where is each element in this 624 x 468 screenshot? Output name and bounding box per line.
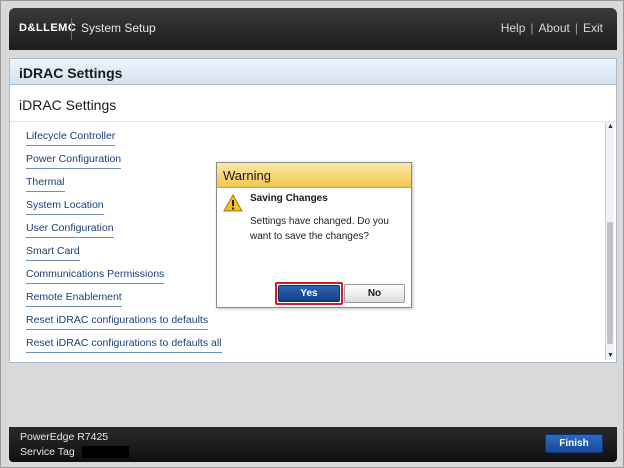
section-title: iDRAC Settings: [19, 97, 117, 113]
menu-item-system-location[interactable]: System Location: [26, 199, 104, 215]
header-divider: [71, 18, 72, 40]
window-frame: D&LLEMC System Setup Help | About | Exit…: [0, 0, 624, 468]
exit-link[interactable]: Exit: [583, 21, 603, 35]
menu-item-remote-enablement[interactable]: Remote Enablement: [26, 291, 122, 307]
menu-item-user-configuration[interactable]: User Configuration: [26, 222, 114, 238]
app-title: System Setup: [81, 21, 156, 35]
dialog-message: Settings have changed. Do you want to sa…: [250, 216, 389, 242]
menu-item-reset-defaults[interactable]: Reset iDRAC configurations to defaults: [26, 314, 209, 330]
server-model: PowerEdge R7425: [20, 431, 109, 443]
scroll-down-arrow-icon[interactable]: ▼: [606, 351, 615, 360]
menu-item-reset-defaults-all[interactable]: Reset iDRAC configurations to defaults a…: [26, 337, 222, 353]
help-link[interactable]: Help: [501, 21, 526, 35]
no-button[interactable]: No: [344, 284, 405, 303]
yes-button-focus-ring: Yes: [275, 282, 343, 305]
yes-button[interactable]: Yes: [278, 285, 340, 302]
link-separator: |: [574, 21, 578, 35]
menu-item-thermal[interactable]: Thermal: [26, 176, 65, 192]
service-tag-label: Service Tag: [20, 446, 75, 458]
panel-title-bar: iDRAC Settings: [10, 59, 616, 85]
warning-icon: [223, 194, 243, 212]
vertical-scrollbar[interactable]: ▲ ▼: [605, 122, 614, 360]
dialog-title-bar: Warning: [217, 163, 411, 188]
panel-title: iDRAC Settings: [19, 65, 123, 81]
service-tag-redacted: [82, 446, 129, 458]
header-links: Help | About | Exit: [501, 21, 603, 35]
app-header: D&LLEMC System Setup Help | About | Exit: [9, 8, 617, 50]
link-separator: |: [530, 21, 534, 35]
dialog-title: Warning: [223, 168, 271, 183]
menu-item-lifecycle-controller[interactable]: Lifecycle Controller: [26, 130, 116, 146]
app-footer: PowerEdge R7425 Service Tag Finish: [9, 427, 617, 462]
warning-dialog: Warning Saving Changes Settings have cha…: [216, 162, 412, 308]
about-link[interactable]: About: [539, 21, 570, 35]
scroll-up-arrow-icon[interactable]: ▲: [606, 122, 615, 131]
dialog-heading: Saving Changes: [250, 193, 328, 204]
menu-item-smart-card[interactable]: Smart Card: [26, 245, 80, 261]
dell-emc-logo: D&LLEMC: [19, 22, 77, 34]
finish-button[interactable]: Finish: [545, 434, 603, 453]
menu-item-communications-permissions[interactable]: Communications Permissions: [26, 268, 165, 284]
scroll-thumb[interactable]: [607, 222, 613, 344]
menu-item-power-configuration[interactable]: Power Configuration: [26, 153, 122, 169]
